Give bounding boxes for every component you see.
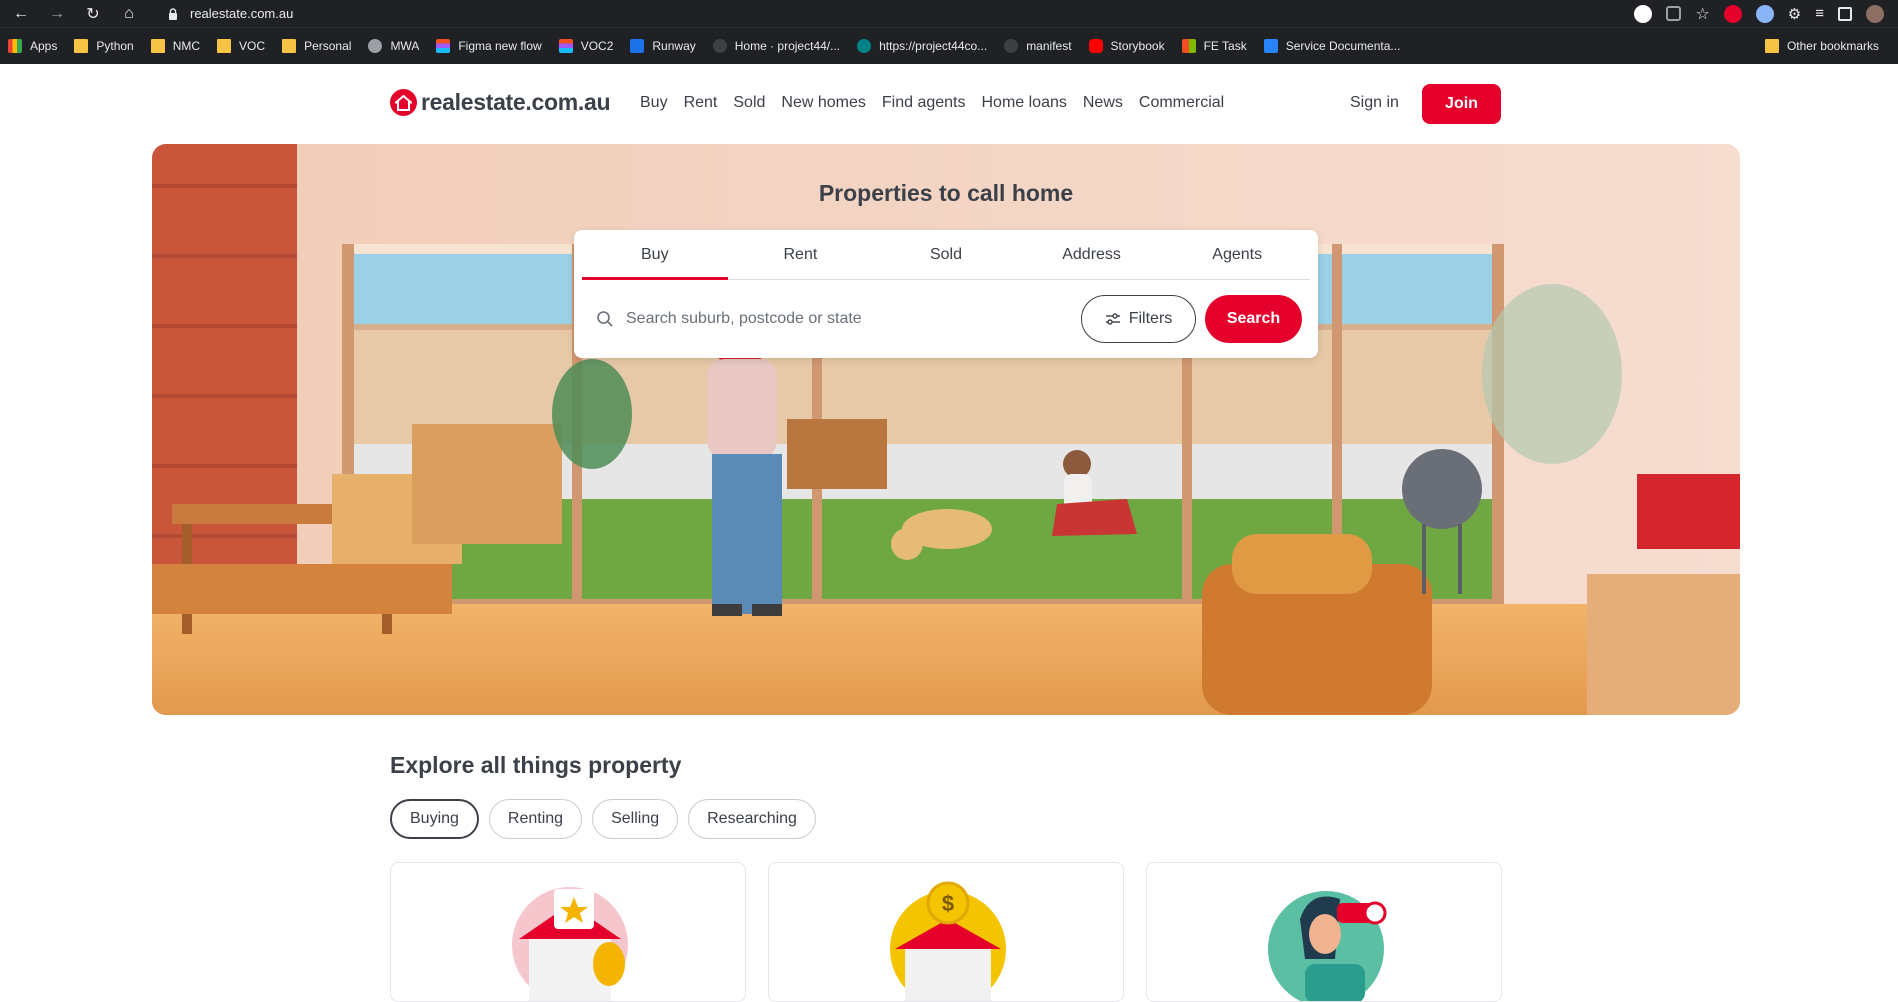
bookmark-project44co[interactable]: https://project44co... (857, 39, 987, 53)
nav-find-agents[interactable]: Find agents (882, 94, 966, 112)
bookmark-voc[interactable]: VOC (217, 39, 265, 53)
bookmark-fe-task[interactable]: FE Task (1181, 39, 1247, 53)
sidepanel-icon[interactable] (1838, 6, 1852, 21)
nav-commercial[interactable]: Commercial (1139, 94, 1224, 112)
join-button[interactable]: Join (1422, 84, 1501, 124)
filters-button[interactable]: Filters (1081, 295, 1196, 343)
svg-text:$: $ (942, 891, 954, 916)
apps-grid-icon (8, 39, 22, 53)
home-icon[interactable]: ⌂ (116, 3, 142, 25)
search-card: Buy Rent Sold Address Agents Filters Sea… (574, 230, 1318, 358)
browser-toolbar: ← → ↻ ⌂ realestate.com.au ☆ ⚙ ≡ (0, 0, 1898, 27)
pill-renting[interactable]: Renting (488, 799, 583, 839)
service-icon (1263, 39, 1278, 53)
hero-banner: Properties to call home Buy Rent Sold Ad… (152, 144, 1740, 715)
site-header: realestate.com.au Buy Rent Sold New home… (0, 64, 1898, 144)
lock-icon (169, 7, 177, 20)
figma-icon (558, 39, 573, 53)
hero-title: Properties to call home (818, 180, 1074, 206)
pill-researching[interactable]: Researching (688, 799, 816, 839)
tab-buy[interactable]: Buy (582, 230, 728, 280)
runway-icon (630, 39, 645, 53)
github-icon (712, 39, 727, 53)
binoculars-person-icon (1268, 891, 1387, 1001)
explore-title: Explore all things property (390, 752, 682, 778)
bookmarks-bar: Apps Python NMC VOC Personal MWA Figma n… (0, 27, 1898, 64)
logo-text: realestate.com.au (421, 89, 611, 115)
bookmark-figma[interactable]: Figma new flow (436, 39, 542, 53)
url-text: realestate.com.au (190, 6, 294, 21)
search-input[interactable] (626, 310, 1081, 328)
google-icon[interactable] (1634, 4, 1653, 23)
tab-address[interactable]: Address (1019, 230, 1165, 279)
bookmark-project44[interactable]: Home · project44/... (712, 39, 840, 53)
site-logo[interactable]: realestate.com.au (390, 89, 611, 116)
filters-icon (1105, 313, 1120, 325)
extension-icon[interactable] (1755, 4, 1774, 23)
filters-label: Filters (1128, 310, 1173, 327)
explore-card[interactable]: $ (768, 862, 1124, 1002)
bookmark-voc2[interactable]: VOC2 (558, 39, 613, 53)
main-nav: Buy Rent Sold New homes Find agents Home… (640, 94, 1224, 112)
nav-new-homes[interactable]: New homes (781, 94, 865, 112)
tab-sold[interactable]: Sold (873, 230, 1019, 279)
tab-agents[interactable]: Agents (1164, 230, 1310, 279)
github-icon (1004, 39, 1019, 53)
bookmark-other[interactable]: Other bookmarks (1764, 39, 1881, 53)
bookmark-nmc[interactable]: NMC (150, 39, 200, 53)
nav-news[interactable]: News (1083, 94, 1123, 112)
share-icon[interactable] (1666, 6, 1682, 21)
bookmark-personal[interactable]: Personal (282, 39, 351, 53)
folder-icon (150, 39, 165, 53)
globe-icon (368, 39, 383, 53)
back-icon[interactable]: ← (8, 3, 34, 25)
media-icon[interactable]: ≡ (1815, 5, 1824, 22)
explore-pills: Buying Renting Selling Researching (390, 799, 816, 839)
bookmark-service-docs[interactable]: Service Documenta... (1263, 39, 1400, 53)
search-tabs: Buy Rent Sold Address Agents (582, 230, 1310, 280)
folder-icon (74, 39, 89, 53)
star-icon[interactable]: ☆ (1695, 4, 1709, 24)
bookmark-storybook[interactable]: Storybook (1088, 39, 1165, 53)
address-bar[interactable]: realestate.com.au (166, 3, 293, 25)
microsoft-icon (1181, 39, 1196, 53)
search-icon (597, 311, 613, 327)
adblock-icon[interactable] (1723, 4, 1742, 23)
bookmark-runway[interactable]: Runway (630, 39, 696, 53)
sign-in-link[interactable]: Sign in (1350, 94, 1399, 112)
forward-icon[interactable]: → (44, 3, 70, 25)
folder-icon (1764, 39, 1779, 53)
search-row: Filters Search (574, 280, 1318, 358)
profile-avatar[interactable] (1866, 4, 1884, 23)
tab-rent[interactable]: Rent (728, 230, 874, 279)
bookmark-python[interactable]: Python (74, 39, 134, 53)
folder-icon (282, 39, 297, 53)
reload-icon[interactable]: ↻ (80, 3, 106, 25)
extensions-area: ☆ ⚙ ≡ (1634, 4, 1898, 24)
folder-icon (217, 39, 232, 53)
nav-rent[interactable]: Rent (684, 94, 718, 112)
bookmark-manifest[interactable]: manifest (1004, 39, 1072, 53)
pill-selling[interactable]: Selling (592, 799, 679, 839)
nav-sold[interactable]: Sold (733, 94, 765, 112)
puzzle-icon[interactable]: ⚙ (1788, 5, 1801, 23)
explore-card[interactable] (390, 862, 746, 1002)
house-value-icon (512, 887, 628, 1001)
pill-buying[interactable]: Buying (390, 799, 479, 839)
youtube-icon (1088, 39, 1103, 53)
house-logo-icon (390, 89, 417, 116)
explore-card[interactable] (1146, 862, 1502, 1002)
bookmark-mwa[interactable]: MWA (368, 39, 419, 53)
explore-cards: $ (390, 862, 1502, 1002)
figma-icon (436, 39, 451, 53)
search-button[interactable]: Search (1205, 295, 1302, 343)
sharepoint-icon (857, 39, 872, 53)
money-house-icon: $ (890, 881, 1006, 1001)
nav-buy[interactable]: Buy (640, 94, 668, 112)
bookmark-apps[interactable]: Apps (8, 39, 57, 53)
nav-home-loans[interactable]: Home loans (982, 94, 1067, 112)
